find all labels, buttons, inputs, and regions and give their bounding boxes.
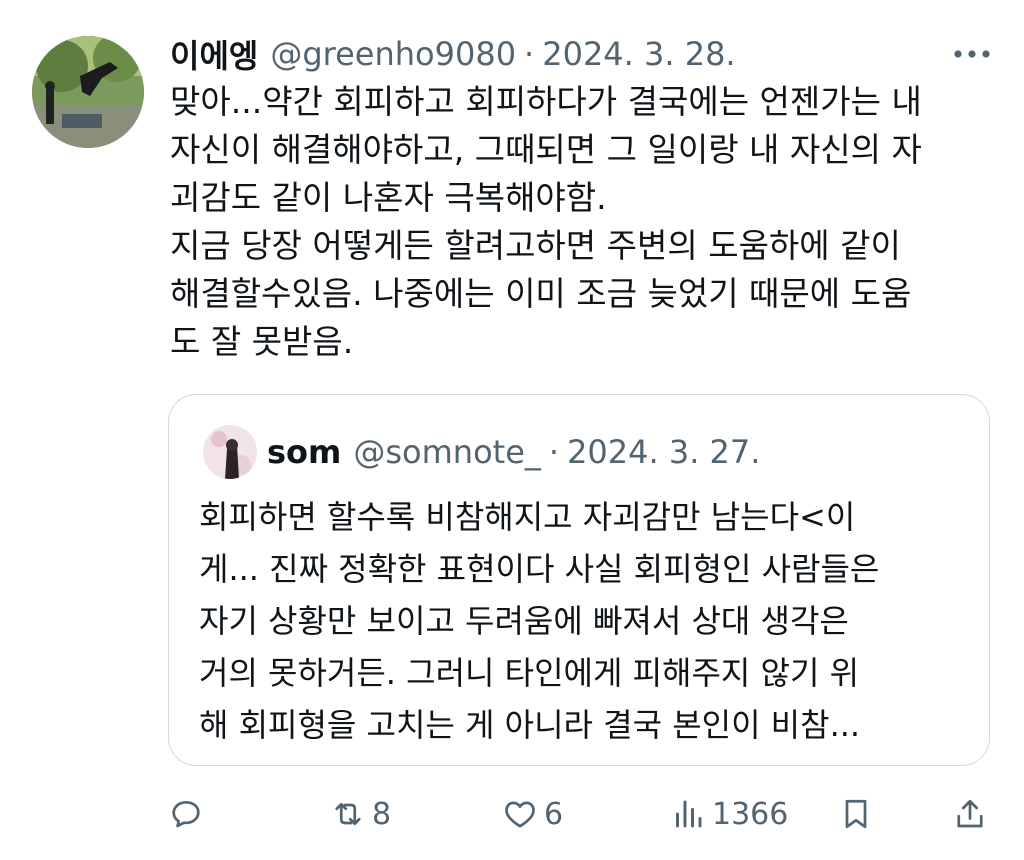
tweet-text-line: 해결할수있음. 나중에는 이미 조금 늦었기 때문에 도움 — [170, 274, 912, 313]
tweet-header: 이에엥 @greenho9080 · 2024. 3. 28. — [170, 30, 994, 78]
quote-date: 2024. 3. 27. — [567, 433, 761, 471]
views-button[interactable]: 1366 — [670, 788, 788, 840]
heart-icon — [505, 801, 535, 828]
like-button[interactable]: 6 — [502, 788, 563, 840]
quote-avatar — [203, 425, 257, 479]
quote-display-name: som — [267, 433, 342, 471]
tweet-text-line: 도 잘 못받음. — [170, 322, 354, 361]
quote-text-line: 게... 진짜 정확한 표현이다 사실 회피형인 사람들은 — [199, 550, 880, 588]
retweet-icon — [335, 802, 361, 826]
share-button[interactable] — [952, 788, 988, 840]
tweet-text: 맞아...약간 회피하고 회피하다가 결국에는 언젠가는 내 자신이 해결해야하… — [170, 78, 1000, 366]
avatar[interactable] — [32, 36, 144, 148]
separator-dot: · — [524, 35, 535, 73]
retweet-count: 8 — [372, 796, 392, 832]
more-options-icon[interactable] — [950, 36, 994, 72]
quote-text-line: 해 회피형을 고치는 게 아니라 결국 본인이 비참... — [199, 706, 861, 744]
quote-header: som @somnote_ · 2024. 3. 27. — [267, 429, 760, 475]
tweet-text-line: 괴감도 같이 나혼자 극복해야함. — [170, 178, 607, 217]
quote-text-line: 거의 못하거든. 그러니 타인에게 피해주지 않기 위 — [199, 654, 860, 692]
retweet-button[interactable]: 8 — [330, 788, 391, 840]
avatar-image — [32, 36, 144, 148]
quoted-tweet[interactable]: som @somnote_ · 2024. 3. 27. 회피하면 할수록 비참… — [168, 394, 990, 766]
bookmark-icon — [845, 799, 867, 829]
like-count: 6 — [544, 796, 564, 832]
tweet-text-line: 지금 당장 어떻게든 할려고하면 주변의 도움하에 같이 — [170, 226, 901, 265]
quote-separator-dot: · — [548, 433, 560, 471]
views-chart-icon — [676, 800, 702, 828]
share-icon — [957, 799, 983, 828]
display-name[interactable]: 이에엥 — [170, 31, 258, 77]
reply-icon — [172, 800, 200, 828]
tweet-text-line: 자신이 해결해야하고, 그때되면 그 일이랑 내 자신의 자 — [170, 130, 922, 169]
quote-handle: @somnote_ — [353, 433, 541, 471]
tweet-text-line: 맞아...약간 회피하고 회피하다가 결국에는 언젠가는 내 — [170, 82, 922, 121]
reply-button[interactable] — [168, 788, 204, 840]
quote-text: 회피하면 할수록 비참해지고 자괴감만 남는다<이 게... 진짜 정확한 표현… — [199, 491, 969, 751]
quote-text-line: 회피하면 할수록 비참해지고 자괴감만 남는다<이 — [199, 498, 856, 536]
quote-text-line: 자기 상황만 보이고 두려움에 빠져서 상대 생각은 — [199, 602, 849, 640]
user-handle[interactable]: @greenho9080 — [270, 35, 516, 73]
views-count: 1366 — [712, 796, 789, 832]
bookmark-button[interactable] — [838, 788, 874, 840]
tweet-date[interactable]: 2024. 3. 28. — [542, 35, 735, 73]
action-bar: 8 6 1366 — [0, 788, 1024, 840]
